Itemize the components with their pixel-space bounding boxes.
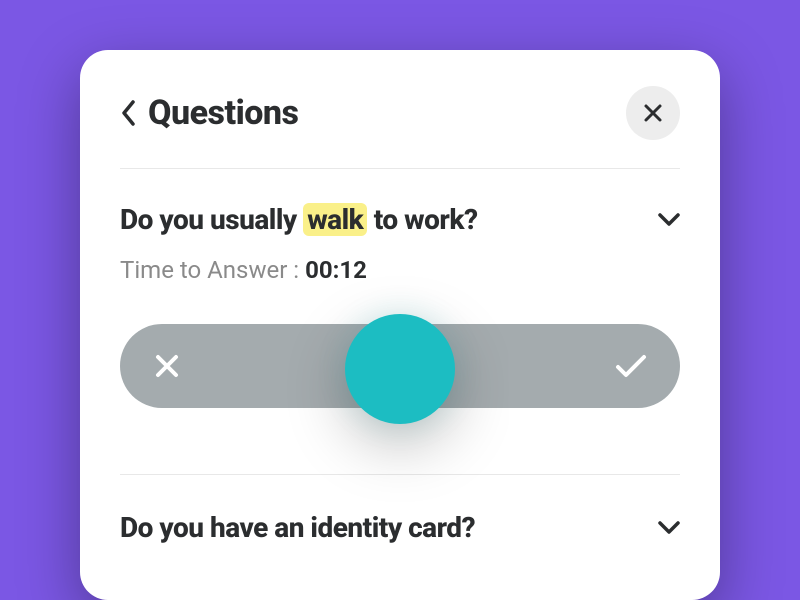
answer-slider[interactable]: [120, 324, 680, 414]
time-to-answer: Time to Answer : 00:12: [120, 256, 680, 284]
question-suffix: to work?: [367, 203, 477, 236]
question-row-2: Do you have an identity card?: [120, 511, 680, 544]
question-block-1: Do you usually walk to work? Time to Ans…: [120, 169, 680, 414]
questions-card: Questions Do you usually walk to work? T…: [80, 50, 720, 600]
question-text-2: Do you have an identity card?: [120, 511, 475, 544]
yes-icon[interactable]: [614, 353, 648, 379]
no-icon[interactable]: [152, 351, 182, 381]
time-label: Time to Answer :: [120, 256, 305, 284]
question-block-2: Do you have an identity card?: [120, 474, 680, 544]
page-title: Questions: [148, 93, 299, 133]
header-left: Questions: [120, 93, 299, 133]
slider-handle[interactable]: [345, 314, 455, 424]
close-icon: [642, 102, 664, 124]
question-text-1: Do you usually walk to work?: [120, 203, 478, 236]
back-chevron-icon[interactable]: [120, 99, 138, 127]
question-prefix: Do you usually: [120, 203, 303, 236]
chevron-down-icon[interactable]: [658, 521, 680, 535]
time-value: 00:12: [305, 256, 367, 284]
close-button[interactable]: [626, 86, 680, 140]
question-highlight: walk: [303, 203, 367, 236]
chevron-down-icon[interactable]: [658, 213, 680, 227]
card-header: Questions: [120, 86, 680, 169]
question-row: Do you usually walk to work?: [120, 203, 680, 236]
